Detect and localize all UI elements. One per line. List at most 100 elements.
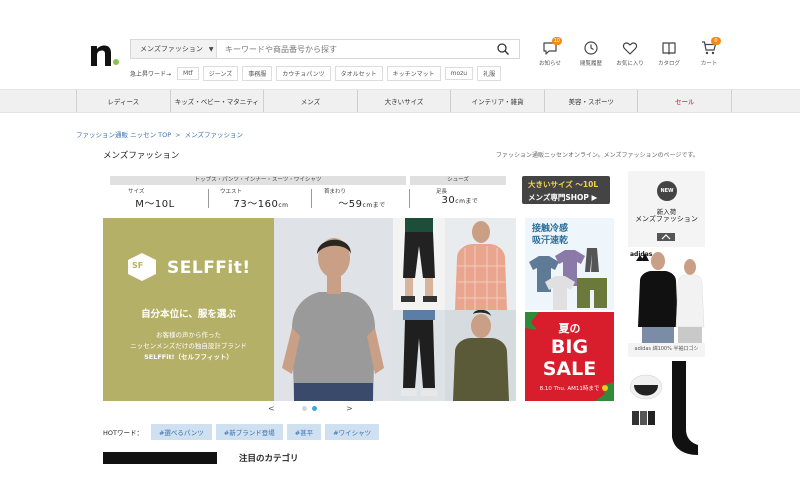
sale-deadline: 8.10 Thu. AM11時まで [539, 386, 600, 392]
size-guide-group-label: トップス・パンツ・インナー・スーツ・ワイシャツ [110, 176, 406, 185]
favorites-button[interactable]: お気に入り [612, 40, 648, 67]
product-photo-olive-polo[interactable] [445, 310, 516, 401]
breadcrumb-current[interactable]: メンズファッション [185, 131, 243, 139]
hot-word-chip[interactable]: #甚平 [286, 423, 322, 440]
size-guide-shoe-label: シューズ [410, 176, 506, 185]
history-button[interactable]: 閲覧履歴 [573, 40, 609, 67]
catalog-button[interactable]: カタログ [651, 40, 687, 67]
cart-badge: 0 [711, 37, 721, 45]
heart-icon [622, 42, 638, 55]
socks-product-photo[interactable] [628, 357, 705, 471]
foot-value: 30 [441, 195, 456, 206]
product-photo-cropped-pants[interactable] [393, 218, 445, 310]
cart-label: カート [700, 61, 718, 67]
carousel-prev-button[interactable]: < [268, 404, 275, 413]
hero-model-photo[interactable] [274, 218, 393, 401]
book-icon [662, 42, 676, 55]
nav-item-ladies[interactable]: レディース [76, 90, 170, 112]
hot-word-chip[interactable]: #新ブランド登場 [215, 423, 283, 440]
carousel-dot[interactable] [302, 406, 307, 411]
trending-keyword[interactable]: キッチンマット [386, 65, 441, 81]
trending-keyword[interactable]: ジーンズ [202, 65, 239, 81]
hero-banner-brand-panel[interactable]: SF SELFFit! 自分本位に、服を選ぶ お客様の声から作った ニッセンメン… [103, 218, 274, 401]
carousel-dot-active[interactable] [312, 406, 317, 411]
trending-keyword[interactable]: カウチョパンツ [276, 65, 331, 81]
hot-words-label: HOTワード： [103, 428, 143, 437]
sale-big-label: BIG [550, 336, 589, 358]
sale-summer-label: 夏の [558, 322, 581, 335]
summer-big-sale-banner[interactable]: 夏の BIG SALE 8.10 Thu. AM11時まで [525, 312, 614, 401]
search-icon[interactable] [495, 42, 511, 56]
new-arrivals-title: メンズファッション [635, 215, 698, 223]
adidas-product-photo[interactable] [628, 247, 705, 343]
hero-tagline: 自分本位に、服を選ぶ [141, 309, 236, 320]
notifications-button[interactable]: 10 お知らせ [532, 37, 568, 67]
adidas-product-caption[interactable]: adidas 綿100% 半袖口ゴシ [628, 345, 705, 352]
big-size-line2: メンズ専門SHOP ▶ [528, 193, 598, 202]
chevron-down-icon: ▼ [208, 45, 214, 53]
new-badge: NEW [657, 181, 677, 201]
big-size-shop-banner[interactable]: 大きいサイズ ～10L メンズ専門SHOP ▶ [522, 176, 610, 204]
cooling-wear-banner[interactable]: 接触冷感 吸汗速乾 [525, 218, 614, 310]
nissen-logo[interactable] [88, 40, 120, 70]
nav-item-mens[interactable]: メンズ [263, 90, 357, 112]
cooling-banner-title: 接触冷感 吸汗速乾 [532, 223, 568, 247]
chevron-up-icon[interactable] [657, 233, 675, 241]
neck-key: 首まわり [324, 189, 347, 195]
waist-unit: cm [278, 202, 289, 209]
carousel-next-button[interactable]: > [346, 404, 353, 413]
hero-copy-line: SELFFit!（セルフフィット） [144, 353, 233, 361]
history-label: 閲覧履歴 [579, 61, 602, 67]
size-guide-neck[interactable]: 首まわり ～59cmまで [318, 187, 406, 210]
trending-keyword[interactable]: 礼服 [477, 65, 502, 81]
featured-categories-title: 注目のカテゴリ [239, 454, 299, 464]
size-guide-size[interactable]: サイズ M～10L [118, 187, 192, 210]
clock-icon [584, 41, 598, 55]
hero-copy: お客様の声から作った ニッセンメンズだけの独自設計ブランド SELFFit!（セ… [103, 330, 274, 363]
search-category-select[interactable]: メンズファッション ▼ [131, 40, 217, 58]
size-key: サイズ [128, 189, 145, 195]
sale-sale-label: SALE [542, 358, 597, 380]
trending-keyword[interactable]: Mtf [177, 66, 199, 80]
search-bar: メンズファッション ▼ [130, 39, 520, 59]
favorites-label: お気に入り [616, 61, 644, 67]
foot-key: 足長 [436, 189, 448, 195]
size-divider [311, 189, 312, 208]
hot-word-chip[interactable]: #ワイシャツ [325, 423, 380, 440]
nav-item-large-sizes[interactable]: 大きいサイズ [356, 90, 451, 112]
adidas-logo: adidas [630, 251, 653, 258]
size-guide-foot[interactable]: 足長 30cmまで [416, 187, 504, 206]
breadcrumb-home-link[interactable]: ファッション通販 ニッセン TOP [76, 131, 171, 139]
notifications-label: お知らせ [539, 61, 561, 67]
trending-keywords: 急上昇ワード→ Mtf ジーンズ 事務服 カウチョパンツ タオルセット キッチン… [130, 65, 502, 81]
trending-keyword[interactable]: タオルセット [334, 65, 383, 81]
size-divider [409, 189, 410, 208]
waist-value: 73～160 [233, 199, 279, 210]
cooling-title-line: 吸汗速乾 [532, 236, 569, 246]
trending-keyword[interactable]: 事務服 [242, 65, 273, 81]
trending-keyword[interactable]: mozu [444, 66, 474, 80]
new-arrivals-sidebar: NEW 新入荷 メンズファッション adidas adidas 綿100% 半袖… [628, 171, 705, 471]
page-description: ファッション通販ニッセンオンライン。メンズファッションのページです。 [496, 152, 699, 159]
page-title: メンズファッション [103, 151, 180, 161]
nav-item-beauty-sports[interactable]: 美容・スポーツ [543, 90, 638, 112]
nav-item-interior[interactable]: インテリア・雑貨 [450, 90, 544, 112]
hot-word-chip[interactable]: #選べるパンツ [150, 423, 212, 440]
cooling-wear-products [529, 248, 607, 310]
breadcrumb: ファッション通販 ニッセン TOP > メンズファッション [76, 129, 243, 139]
featured-banner-black[interactable] [103, 452, 217, 464]
nav-item-sale[interactable]: セール [637, 90, 733, 112]
waist-key: ウエスト [220, 189, 243, 195]
catalog-label: カタログ [657, 61, 680, 67]
product-photo-black-pants[interactable] [393, 310, 445, 401]
search-input[interactable] [225, 40, 490, 58]
size-guide-waist[interactable]: ウエスト 73～160cm [214, 187, 308, 210]
hot-words: HOTワード： #選べるパンツ #新ブランド登場 #甚平 #ワイシャツ [103, 423, 380, 440]
cooling-title-line: 接触冷感 [532, 224, 569, 234]
hero-copy-line: ニッセンメンズだけの独自設計ブランド [130, 342, 247, 350]
nav-item-kids-baby[interactable]: キッズ・ベビー・マタニティ [169, 90, 264, 112]
search-category-label: メンズファッション [140, 45, 203, 53]
product-photo-check-shirt[interactable] [445, 218, 516, 310]
neck-unit: cmまで [362, 202, 386, 209]
cart-button[interactable]: 0 カート [691, 37, 727, 67]
